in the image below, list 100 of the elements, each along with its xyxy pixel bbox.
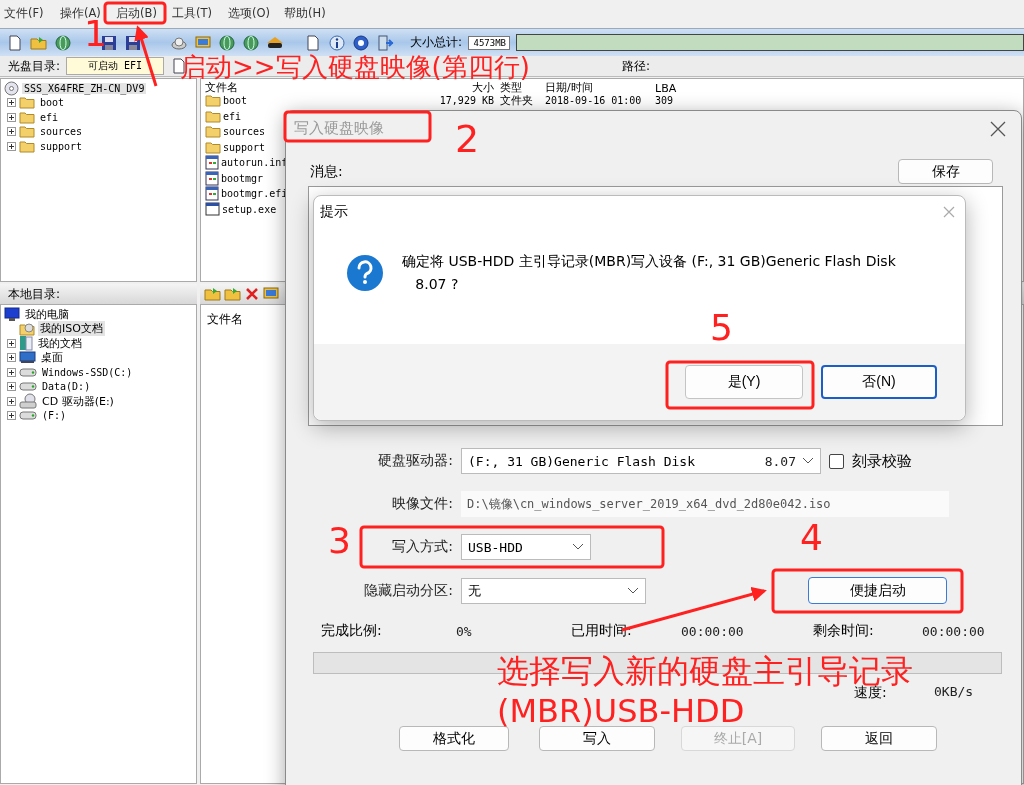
tree-item[interactable]: 桌面 bbox=[39, 350, 65, 366]
file-name[interactable]: autorun.inf bbox=[221, 157, 288, 169]
info-icon[interactable] bbox=[328, 33, 346, 52]
highlight-box bbox=[103, 1, 167, 25]
tree-item[interactable]: 我的电脑 bbox=[23, 306, 71, 322]
globe-icon[interactable] bbox=[242, 33, 260, 52]
cd-drive-icon bbox=[19, 393, 37, 410]
column-header[interactable]: 文件名 bbox=[205, 80, 425, 95]
version-text: 8.07 bbox=[764, 453, 796, 469]
folder-icon bbox=[205, 125, 221, 139]
tree-item[interactable]: support bbox=[38, 140, 85, 152]
chevron-icon[interactable] bbox=[627, 586, 639, 595]
expand-icon[interactable] bbox=[7, 141, 16, 151]
drive-icon bbox=[19, 411, 37, 421]
folder-icon bbox=[205, 140, 221, 154]
dropdown[interactable]: (F:, 31 GB)Generic Flash Disk 8.07 bbox=[461, 448, 821, 474]
annotation-text: 启动>>写入硬盘映像(第四行) bbox=[180, 54, 530, 82]
remaining-value: 00:00:00 bbox=[922, 623, 986, 639]
file-name[interactable]: boot bbox=[223, 95, 248, 107]
boot-field[interactable]: 可启动 EFI bbox=[66, 57, 165, 75]
local-directory-label: 本地目录: bbox=[0, 284, 197, 304]
step-number: 5 bbox=[710, 310, 733, 346]
document-icon bbox=[205, 170, 219, 186]
file-name[interactable]: setup.exe bbox=[222, 203, 277, 215]
folder-icon bbox=[19, 96, 35, 110]
document-icon[interactable] bbox=[6, 33, 24, 52]
tree-item[interactable]: Data(D:) bbox=[40, 381, 93, 393]
field-label: 隐藏启动分区: bbox=[364, 581, 453, 600]
dialog-button[interactable]: 否(N) bbox=[821, 365, 937, 399]
file-name[interactable]: bootmgr.efi bbox=[221, 188, 288, 200]
menu-item[interactable]: 工具(T) bbox=[172, 3, 228, 23]
expand-icon[interactable] bbox=[7, 367, 16, 377]
question-icon bbox=[346, 254, 384, 292]
column-header[interactable]: 日期/时间 bbox=[545, 80, 655, 95]
folder-icon[interactable] bbox=[204, 285, 222, 303]
size-label: 大小总计: bbox=[410, 34, 463, 51]
dialog-button[interactable]: 写入 bbox=[539, 726, 655, 751]
elapsed-value: 00:00:00 bbox=[681, 623, 745, 639]
expand-icon[interactable] bbox=[7, 127, 16, 137]
expand-icon[interactable] bbox=[7, 338, 16, 348]
tree-item[interactable]: efi bbox=[38, 111, 61, 123]
book-icon bbox=[19, 335, 33, 352]
menu-item[interactable]: 选项(O) bbox=[228, 3, 284, 23]
expand-icon[interactable] bbox=[7, 98, 16, 108]
size-field: 4573MB bbox=[468, 35, 511, 50]
file-name[interactable]: efi bbox=[223, 110, 242, 122]
chevron-icon[interactable] bbox=[802, 457, 814, 465]
folder-icon[interactable] bbox=[224, 285, 242, 303]
elapsed-label: 已用时间: bbox=[571, 622, 633, 640]
menu-item[interactable]: 文件(F) bbox=[4, 3, 60, 23]
globe-icon[interactable] bbox=[54, 33, 72, 52]
file-name[interactable]: sources bbox=[223, 126, 266, 138]
folder-icon bbox=[205, 94, 221, 108]
menu-item[interactable]: 帮助(H) bbox=[284, 3, 340, 23]
expand-icon[interactable] bbox=[7, 112, 16, 122]
file-name[interactable]: bootmgr bbox=[221, 172, 264, 184]
confirm-message: 确定将 USB-HDD 主引导记录(MBR)写入设备 (F:, 31 GB)Generic Flash Disk 8.07 ? bbox=[402, 252, 896, 294]
document-icon bbox=[205, 155, 219, 171]
column-header[interactable]: 文件名 bbox=[207, 312, 243, 326]
image-file-field[interactable]: D:\镜像\cn_windows_server_2019_x64_dvd_2d80e042.iso bbox=[461, 491, 949, 517]
dialog-title: 提示 bbox=[320, 203, 348, 221]
tree-item[interactable]: (F:) bbox=[40, 410, 69, 422]
dialog-button[interactable]: 格式化 bbox=[399, 726, 509, 751]
column-header[interactable]: LBA bbox=[655, 82, 705, 95]
folder-icon bbox=[19, 139, 35, 153]
dialog-button[interactable]: 返回 bbox=[821, 726, 937, 751]
chevron-icon[interactable] bbox=[572, 543, 584, 551]
step-number: 3 bbox=[328, 523, 351, 559]
screen-icon bbox=[19, 351, 36, 365]
column-header[interactable]: 大小 bbox=[425, 80, 500, 95]
save-button[interactable]: 保存 bbox=[898, 159, 993, 184]
file-name[interactable]: support bbox=[223, 141, 266, 153]
expand-icon[interactable] bbox=[7, 396, 16, 406]
tree-item[interactable]: Windows-SSD(C:) bbox=[40, 366, 135, 378]
tree-item[interactable]: 我的文档 bbox=[36, 335, 84, 351]
step-number: 4 bbox=[800, 520, 823, 556]
tree-item[interactable]: sources bbox=[38, 126, 85, 138]
dialog-button[interactable]: 是(Y) bbox=[685, 365, 803, 399]
menu-item[interactable]: 启动(B) bbox=[116, 3, 172, 23]
quick-boot-button[interactable]: 便捷启动 bbox=[808, 577, 947, 604]
exit-icon[interactable] bbox=[376, 33, 394, 52]
dropdown[interactable]: USB-HDD bbox=[461, 534, 591, 560]
file-size: 17,929 KB bbox=[438, 95, 495, 107]
message-label: 消息: bbox=[310, 162, 343, 181]
column-header[interactable]: 类型 bbox=[500, 80, 545, 95]
file-type: 文件夹 bbox=[500, 93, 534, 109]
globe-icon[interactable] bbox=[218, 33, 236, 52]
dropdown[interactable]: 无 bbox=[461, 577, 646, 604]
tree-item[interactable]: boot bbox=[38, 97, 67, 109]
tree-item[interactable]: CD 驱动器(E:) bbox=[40, 393, 116, 409]
document-icon[interactable] bbox=[304, 33, 322, 52]
expand-icon[interactable] bbox=[7, 411, 16, 421]
checkbox[interactable] bbox=[829, 453, 844, 469]
tree-item[interactable]: SSS_X64FRE_ZH-CN_DV9 bbox=[22, 82, 147, 94]
expand-icon[interactable] bbox=[7, 353, 16, 363]
delete-icon[interactable] bbox=[244, 286, 260, 302]
tree-item[interactable]: 我的ISO文档 bbox=[38, 321, 105, 337]
expand-icon[interactable] bbox=[7, 382, 16, 392]
field-label: 硬盘驱动器: bbox=[378, 452, 453, 470]
folder-icon bbox=[19, 125, 35, 139]
